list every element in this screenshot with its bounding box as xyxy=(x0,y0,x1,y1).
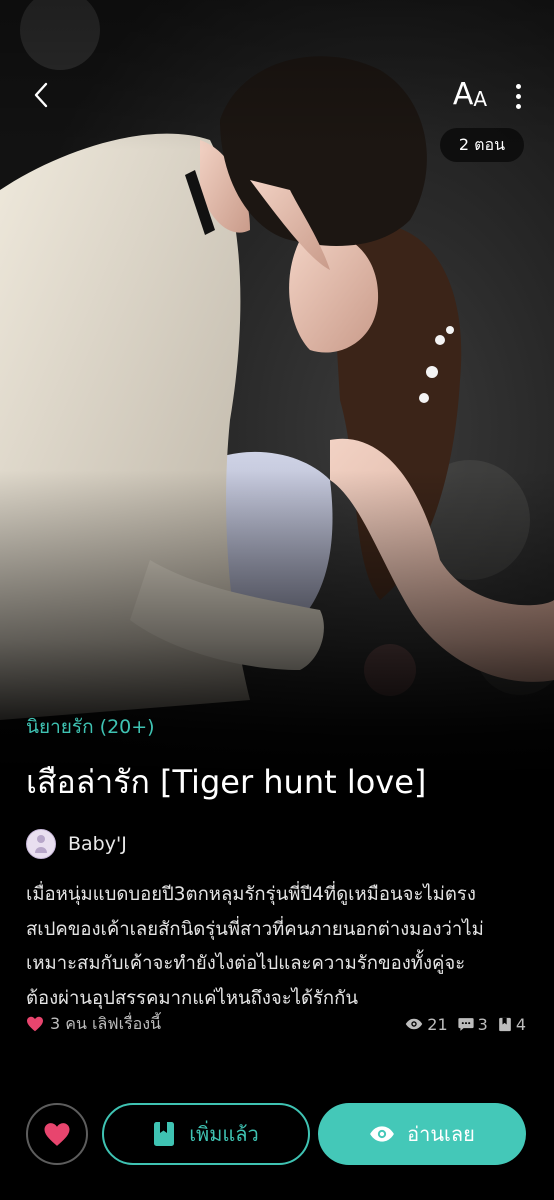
font-size-icon-large: A xyxy=(452,77,474,112)
author-name: Baby'J xyxy=(68,833,127,855)
font-size-button[interactable]: A A xyxy=(446,74,494,118)
back-button[interactable] xyxy=(22,74,60,116)
heart-icon xyxy=(44,1122,70,1146)
author-avatar xyxy=(26,829,56,859)
genre-label[interactable]: นิยายรัก (20+) xyxy=(26,712,155,742)
add-to-library-button[interactable]: เพิ่มแล้ว xyxy=(102,1103,310,1165)
views-stat: 21 xyxy=(405,1014,448,1034)
stats-row: 21 3 4 xyxy=(395,1012,526,1036)
likes-text: 3 คน เลิฟเรื่องนี้ xyxy=(50,1013,162,1033)
comments-stat: 3 xyxy=(458,1015,488,1034)
back-chevron-icon xyxy=(34,82,48,108)
likes-info: 3 คน เลิฟเรื่องนี้ xyxy=(26,1012,161,1036)
read-now-label: อ่านเลย xyxy=(407,1122,475,1146)
episode-count-badge: 2 ตอน xyxy=(440,128,524,162)
eye-icon xyxy=(406,1018,423,1030)
bookmarks-stat: 4 xyxy=(498,1015,526,1034)
font-size-icon-small: A xyxy=(473,87,488,111)
story-synopsis: เมื่อหนุ่มแบดบอยปี3ตกหลุมรักรุ่นพี่ปี4ที… xyxy=(26,884,484,1009)
comments-count: 3 xyxy=(477,1014,488,1034)
bookmarks-count: 4 xyxy=(515,1014,526,1034)
author-row[interactable]: Baby'J xyxy=(26,828,127,860)
book-icon xyxy=(154,1122,175,1146)
heart-icon xyxy=(27,1016,43,1032)
favorite-button[interactable] xyxy=(26,1103,88,1165)
eye-icon xyxy=(370,1126,395,1142)
story-detail-screen: A A 2 ตอน นิยายรัก (20+) เสือล่ารัก [Tig… xyxy=(0,0,554,1200)
more-vertical-icon xyxy=(515,83,521,89)
bookmark-icon xyxy=(498,1017,511,1031)
more-options-button[interactable] xyxy=(502,76,534,116)
comment-icon xyxy=(458,1017,474,1031)
add-to-library-label: เพิ่มแล้ว xyxy=(189,1122,259,1146)
story-title: เสือล่ารัก [Tiger hunt love] xyxy=(26,763,427,801)
read-now-button[interactable]: อ่านเลย xyxy=(318,1103,526,1165)
views-count: 21 xyxy=(427,1014,448,1034)
